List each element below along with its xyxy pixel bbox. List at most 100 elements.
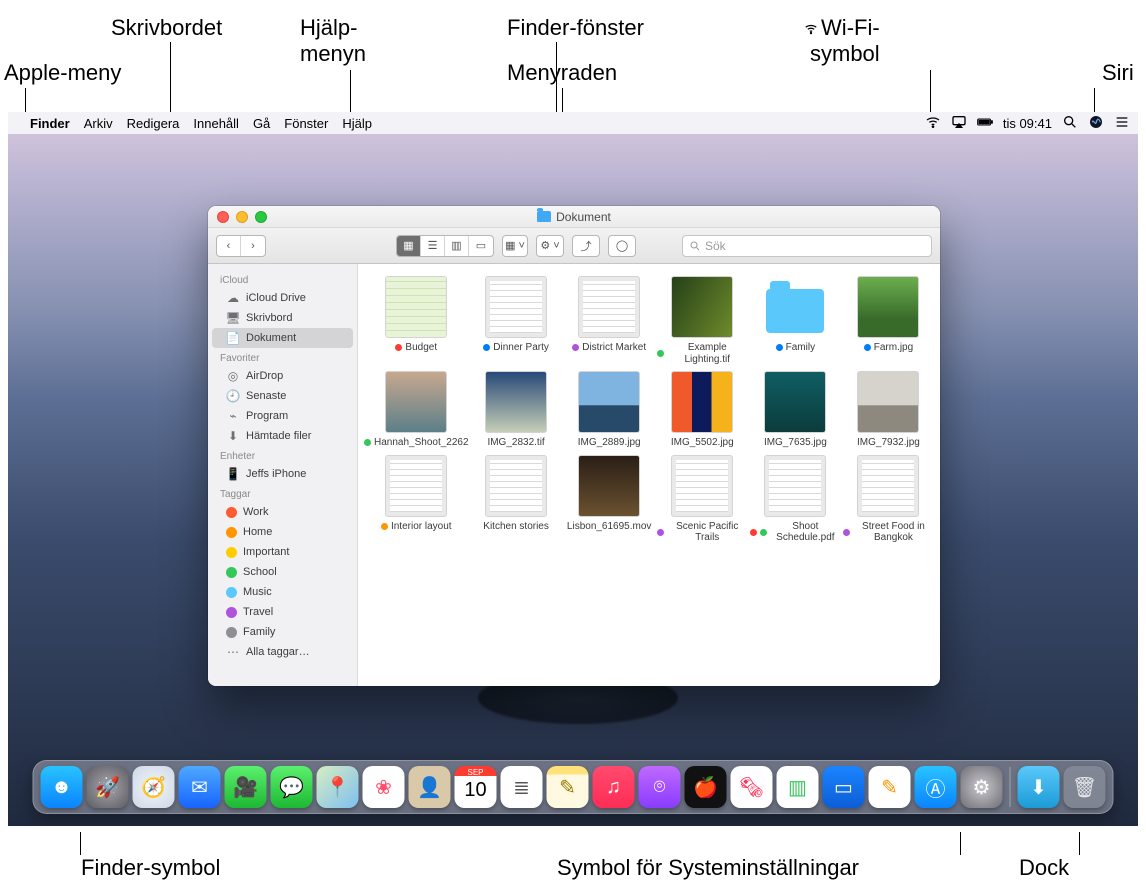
sidebar-item-label: Travel [243,606,273,618]
dock-photos[interactable]: ❀ [363,766,405,808]
sidebar-item[interactable]: 🕘Senaste [212,386,353,406]
file-item[interactable]: Dinner Party [471,276,562,365]
dock-reminders[interactable]: ≣ [501,766,543,808]
file-item[interactable]: Interior layout [364,455,469,544]
finder-content[interactable]: BudgetDinner PartyDistrict MarketExample… [358,264,940,686]
folder-icon [537,211,551,222]
menu-ga[interactable]: Gå [253,116,270,131]
dock-separator [1010,767,1011,807]
file-item[interactable]: Family [750,276,841,365]
dock-calendar[interactable]: SEP10 [455,766,497,808]
sidebar-item-label: Music [243,586,272,598]
view-columns[interactable]: ▥ [445,236,469,256]
sidebar-item[interactable]: Music [212,582,353,602]
file-item[interactable]: IMG_7635.jpg [750,371,841,449]
menu-innehall[interactable]: Innehåll [193,116,239,131]
sidebar-item[interactable]: ◎AirDrop [212,366,353,386]
dock-appstore[interactable]: Ⓐ [915,766,957,808]
sidebar-item[interactable]: Home [212,522,353,542]
share-button[interactable]: ⤴︎ [572,235,600,257]
dock-messages[interactable]: 💬 [271,766,313,808]
sidebar-item[interactable]: ⬇︎Hämtade filer [212,426,353,446]
wifi-status-icon[interactable] [925,114,941,133]
sidebar-item[interactable]: Work [212,502,353,522]
file-item[interactable]: Shoot Schedule.pdf [750,455,841,544]
back-button[interactable]: ‹ [217,236,241,256]
file-item[interactable]: Lisbon_61695.mov [564,455,655,544]
file-thumbnail [485,276,547,338]
sidebar-item[interactable]: 🖥Skrivbord [212,308,353,328]
callout-desktop: Skrivbordet [111,15,222,41]
sidebar-item[interactable]: Important [212,542,353,562]
dock-pages[interactable]: ✎ [869,766,911,808]
file-item[interactable]: Scenic Pacific Trails [657,455,748,544]
dock-news[interactable]: 🗞 [731,766,773,808]
file-item[interactable]: Farm.jpg [843,276,934,365]
view-gallery[interactable]: ▭ [469,236,493,256]
sidebar-item[interactable]: 📄Dokument [212,328,353,348]
spotlight-icon[interactable] [1062,114,1078,133]
dock-mail[interactable]: ✉︎ [179,766,221,808]
notification-center-icon[interactable] [1114,114,1130,133]
file-item[interactable]: IMG_2832.tif [471,371,562,449]
action-menu[interactable]: ⚙︎ ˅ [536,235,564,257]
tags-button[interactable]: ◯ [608,235,636,257]
dock-contacts[interactable]: 👤 [409,766,451,808]
dock-launchpad[interactable]: 🚀 [87,766,129,808]
menu-hjalp[interactable]: Hjälp [342,116,372,131]
file-item[interactable]: IMG_7932.jpg [843,371,934,449]
file-item[interactable]: Hannah_Shoot_2262 [364,371,469,449]
sidebar-item[interactable]: ⋯Alla taggar… [212,642,353,662]
menu-app[interactable]: Finder [30,116,70,131]
menu-arkiv[interactable]: Arkiv [84,116,113,131]
dock-facetime[interactable]: 🎥 [225,766,267,808]
menu-redigera[interactable]: Redigera [127,116,180,131]
dock-finder[interactable]: ☻ [41,766,83,808]
desktop[interactable]: Finder Arkiv Redigera Innehåll Gå Fönste… [8,112,1138,826]
view-list[interactable]: ☰ [421,236,445,256]
dock-maps[interactable]: 📍 [317,766,359,808]
finder-titlebar[interactable]: Dokument [208,206,940,228]
callout-menu-bar: Menyraden [507,60,617,86]
wifi-icon [804,22,818,36]
sidebar-item[interactable]: ☁︎iCloud Drive [212,288,353,308]
apps-icon: ⌁ [226,409,240,423]
tag-dot [226,567,237,578]
tag-dot [226,507,237,518]
sidebar-item[interactable]: Travel [212,602,353,622]
dock-tv[interactable]: 🍎 [685,766,727,808]
file-item[interactable]: IMG_5502.jpg [657,371,748,449]
sidebar-item[interactable]: ⌁ Program [212,406,353,426]
battery-icon[interactable] [977,114,993,133]
file-item[interactable]: Budget [364,276,469,365]
search-field[interactable]: Sök [682,235,932,257]
dock-safari[interactable]: 🧭 [133,766,175,808]
file-item[interactable]: IMG_2889.jpg [564,371,655,449]
file-item[interactable]: Example Lighting.tif [657,276,748,365]
menu-fonster[interactable]: Fönster [284,116,328,131]
view-icons[interactable]: ▦ [397,236,421,256]
dock-music[interactable]: ♫ [593,766,635,808]
forward-button[interactable]: › [241,236,265,256]
file-item[interactable]: District Market [564,276,655,365]
siri-icon[interactable] [1088,114,1104,133]
menu-clock[interactable]: tis 09:41 [1003,116,1052,131]
sidebar-item[interactable]: Family [212,622,353,642]
dock-podcasts[interactable]: ⌾ [639,766,681,808]
dock-numbers[interactable]: ▥ [777,766,819,808]
fullscreen-button[interactable] [255,211,267,223]
dock-keynote[interactable]: ▭ [823,766,865,808]
airplay-icon[interactable] [951,114,967,133]
sidebar-item[interactable]: 📱Jeffs iPhone [212,464,353,484]
sidebar-item-label: Program [246,410,288,422]
sidebar-item[interactable]: School [212,562,353,582]
close-button[interactable] [217,211,229,223]
dock-systempreferences[interactable]: ⚙︎ [961,766,1003,808]
group-button[interactable]: ▦ ˅ [503,236,527,256]
dock-trash[interactable]: 🗑 [1064,766,1106,808]
file-item[interactable]: Street Food in Bangkok [843,455,934,544]
dock-downloads[interactable]: ⬇︎ [1018,766,1060,808]
dock-notes[interactable]: ✎ [547,766,589,808]
file-item[interactable]: Kitchen stories [471,455,562,544]
minimize-button[interactable] [236,211,248,223]
